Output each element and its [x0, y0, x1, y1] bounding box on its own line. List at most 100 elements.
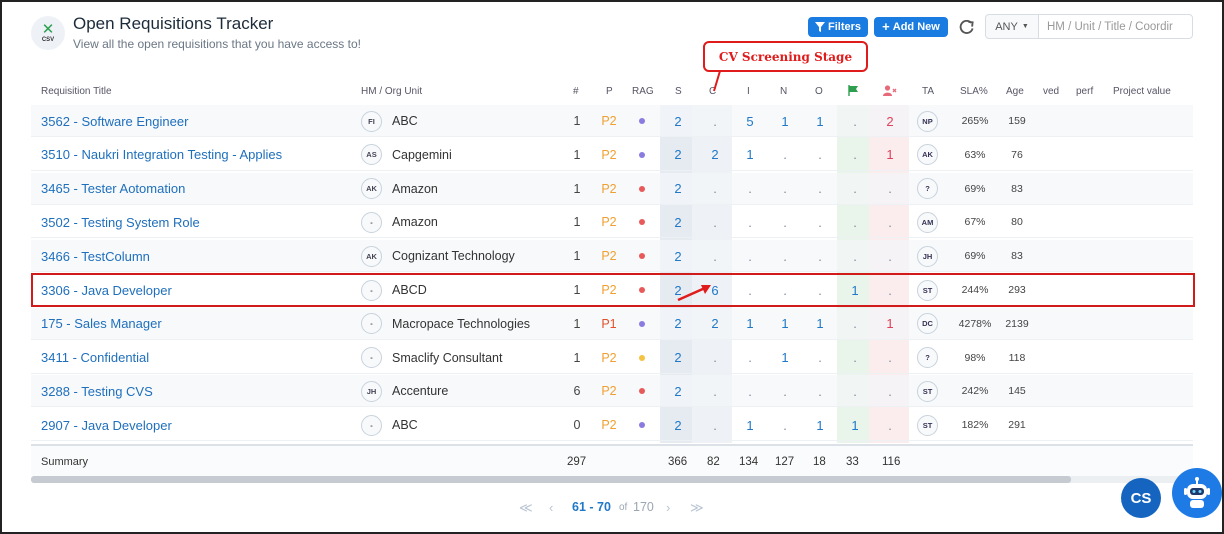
stage-s-count[interactable]: 2: [668, 240, 688, 272]
add-new-button[interactable]: + Add New: [874, 17, 948, 37]
stage-f-count[interactable]: 1: [845, 409, 865, 441]
col-stage-n[interactable]: N: [780, 86, 787, 97]
stage-r-count[interactable]: 2: [880, 105, 900, 137]
table-row[interactable]: 3411 - Confidential - Smaclify Consultant 1…: [31, 342, 1193, 374]
requisition-title-link[interactable]: 2907 - Java Developer: [41, 409, 172, 441]
col-sla[interactable]: SLA%: [960, 86, 988, 97]
scope-select[interactable]: ANY ▼: [985, 14, 1039, 39]
stage-s-count[interactable]: 2: [668, 105, 688, 137]
table-row[interactable]: 3510 - Naukri Integration Testing - Appl…: [31, 139, 1193, 171]
col-priority[interactable]: P: [606, 86, 613, 97]
ta-avatar[interactable]: AK: [917, 144, 938, 166]
table-row[interactable]: 3466 - TestColumn AK Cognizant Technology 1…: [31, 240, 1193, 273]
stage-c-count[interactable]: 2: [705, 308, 725, 340]
stage-i-count[interactable]: 1: [740, 409, 760, 441]
col-stage-i[interactable]: I: [747, 86, 750, 97]
ta-avatar[interactable]: ?: [917, 178, 938, 200]
col-flag[interactable]: [848, 85, 859, 99]
stage-i-count[interactable]: 1: [740, 308, 760, 340]
col-stage-s[interactable]: S: [675, 86, 682, 97]
hm-avatar[interactable]: AS: [361, 144, 382, 166]
col-ta[interactable]: TA: [922, 86, 934, 97]
stage-o-count: .: [818, 147, 822, 163]
stage-s-count[interactable]: 2: [668, 206, 688, 238]
stage-r-count[interactable]: 1: [880, 308, 900, 340]
stage-r-count[interactable]: 1: [880, 139, 900, 171]
stage-c-count[interactable]: 2: [705, 139, 725, 171]
requisition-title-link[interactable]: 3306 - Java Developer: [41, 274, 172, 306]
stage-s-count[interactable]: 2: [668, 173, 688, 205]
stage-s-count[interactable]: 2: [668, 409, 688, 441]
ta-avatar[interactable]: JH: [917, 245, 938, 267]
col-stage-o[interactable]: O: [815, 86, 823, 97]
requisition-title-link[interactable]: 175 - Sales Manager: [41, 308, 162, 340]
col-project-value[interactable]: Project value: [1113, 86, 1171, 97]
table-row[interactable]: 3562 - Software Engineer FI ABC 1 P2 2. 5 1 1. 2 N…: [31, 105, 1193, 137]
col-count[interactable]: #: [573, 86, 579, 97]
sla-percent: 98%: [964, 351, 986, 364]
stage-s-count[interactable]: 2: [668, 375, 688, 407]
hm-avatar[interactable]: FI: [361, 110, 382, 132]
col-perf[interactable]: perf: [1076, 86, 1093, 97]
ta-avatar[interactable]: NP: [917, 110, 938, 132]
ta-avatar[interactable]: ST: [917, 279, 938, 301]
requisition-title-link[interactable]: 3510 - Naukri Integration Testing - Appl…: [41, 139, 282, 171]
hm-avatar[interactable]: AK: [361, 178, 382, 200]
col-requisition-title[interactable]: Requisition Title: [41, 86, 112, 97]
stage-i-count[interactable]: 1: [740, 139, 760, 171]
search-input[interactable]: [1038, 14, 1193, 39]
refresh-icon[interactable]: [956, 17, 976, 37]
col-ved[interactable]: ved: [1043, 86, 1059, 97]
stage-o-count[interactable]: 1: [810, 105, 830, 137]
col-hm-org-unit[interactable]: HM / Org Unit: [361, 86, 422, 97]
hm-avatar[interactable]: -: [361, 313, 382, 335]
stage-o-count[interactable]: 1: [810, 409, 830, 441]
hm-avatar[interactable]: AK: [361, 245, 382, 267]
stage-n-count[interactable]: 1: [775, 342, 795, 374]
sla-percent: 67%: [964, 216, 986, 229]
requisition-title-link[interactable]: 3411 - Confidential: [41, 342, 149, 374]
requisition-title-link[interactable]: 3466 - TestColumn: [41, 240, 150, 272]
stage-n-count[interactable]: 1: [775, 308, 795, 340]
stage-n-count[interactable]: 1: [775, 105, 795, 137]
table-row[interactable]: 3306 - Java Developer - ABCD 1 P2 2 6... 1. ST 24…: [31, 274, 1193, 306]
hm-avatar[interactable]: JH: [361, 380, 382, 402]
col-age[interactable]: Age: [1006, 86, 1024, 97]
table-row[interactable]: 2907 - Java Developer - ABC 0 P2 2. 1. 1 1. ST 182…: [31, 409, 1193, 442]
stage-s-count[interactable]: 2: [668, 308, 688, 340]
requisition-title-link[interactable]: 3562 - Software Engineer: [41, 105, 188, 137]
requisition-title-link[interactable]: 3288 - Testing CVS: [41, 375, 153, 407]
horizontal-scrollbar[interactable]: [31, 476, 1193, 483]
table-row[interactable]: 3465 - Tester Aotomation AK Amazon 1 P2 2....…: [31, 172, 1193, 205]
col-rag[interactable]: RAG: [632, 86, 654, 97]
filters-button[interactable]: Filters: [808, 17, 868, 37]
cs-chat-button[interactable]: CS: [1121, 478, 1161, 518]
stage-s-count[interactable]: 2: [668, 139, 688, 171]
scrollbar-thumb[interactable]: [31, 476, 1071, 483]
hm-avatar[interactable]: -: [361, 211, 382, 233]
ta-avatar[interactable]: ?: [917, 347, 938, 369]
first-page-icon[interactable]: ≪: [519, 500, 533, 516]
col-rejected[interactable]: [883, 85, 897, 99]
stage-f-count[interactable]: 1: [845, 274, 865, 306]
stage-o-count[interactable]: 1: [810, 308, 830, 340]
requisition-title-link[interactable]: 3465 - Tester Aotomation: [41, 173, 185, 205]
ta-avatar[interactable]: ST: [917, 414, 938, 436]
chatbot-button[interactable]: [1172, 468, 1222, 518]
ta-avatar[interactable]: ST: [917, 380, 938, 402]
ta-avatar[interactable]: AM: [917, 211, 938, 233]
ta-avatar[interactable]: DC: [917, 313, 938, 335]
table-row[interactable]: 3502 - Testing System Role - Amazon 1 P2 2...…: [31, 206, 1193, 239]
requisition-title-link[interactable]: 3502 - Testing System Role: [41, 206, 200, 238]
stage-i-count[interactable]: 5: [740, 105, 760, 137]
hm-avatar[interactable]: -: [361, 414, 382, 436]
next-page-icon[interactable]: ›: [666, 500, 670, 515]
hm-avatar[interactable]: -: [361, 347, 382, 369]
prev-page-icon[interactable]: ‹: [549, 500, 553, 515]
table-row[interactable]: 3288 - Testing CVS JH Accenture 6 P2 2...... S…: [31, 375, 1193, 408]
table-row[interactable]: 175 - Sales Manager - Macropace Technologi…: [31, 307, 1193, 340]
hm-avatar[interactable]: -: [361, 279, 382, 301]
last-page-icon[interactable]: ≫: [690, 500, 704, 516]
stage-s-count[interactable]: 2: [668, 342, 688, 374]
stage-n-count: .: [783, 248, 787, 264]
